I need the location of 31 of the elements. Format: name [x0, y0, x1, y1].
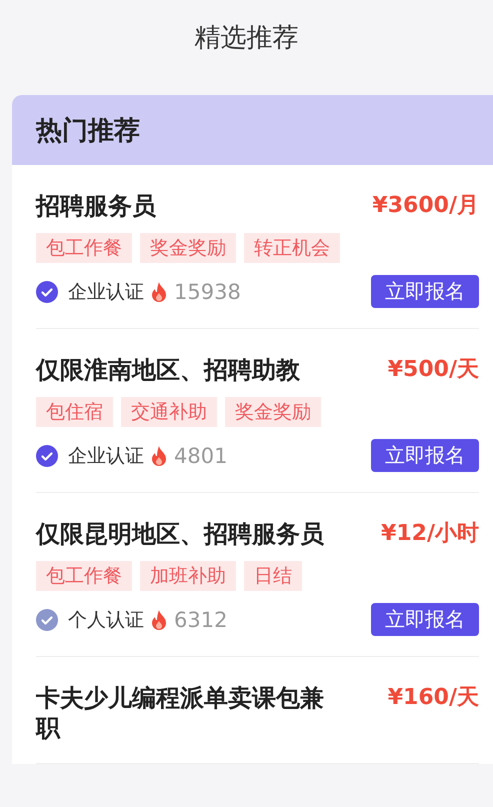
verify-label: 个人认证	[68, 608, 144, 632]
job-title[interactable]: 卡夫少儿编程派单卖课包兼职	[36, 683, 338, 743]
job-salary: ¥160/天	[388, 684, 479, 712]
job-tag: 包工作餐	[36, 561, 132, 591]
job-tag: 转正机会	[244, 233, 340, 263]
view-count: 4801	[174, 444, 228, 468]
page-title: 精选推荐	[194, 22, 298, 55]
job-title[interactable]: 仅限淮南地区、招聘助教	[36, 355, 338, 385]
job-tag: 加班补助	[140, 561, 236, 591]
job-tag: 奖金奖励	[225, 397, 321, 427]
section-title: 热门推荐	[36, 114, 140, 148]
flame-icon	[150, 444, 168, 466]
job-title[interactable]: 仅限昆明地区、招聘服务员	[36, 519, 332, 549]
apply-button[interactable]: 立即报名	[371, 439, 479, 472]
job-salary: ¥12/小时	[381, 520, 479, 548]
job-title[interactable]: 招聘服务员	[36, 191, 322, 221]
job-tag: 奖金奖励	[140, 233, 236, 263]
view-count: 15938	[174, 280, 241, 304]
job-tag: 包住宿	[36, 397, 113, 427]
flame-icon	[150, 280, 168, 302]
job-salary: ¥3600/月	[372, 192, 479, 220]
verify-label: 企业认证	[68, 444, 144, 468]
job-tag: 包工作餐	[36, 233, 132, 263]
verify-label: 企业认证	[68, 280, 144, 304]
job-salary: ¥500/天	[388, 356, 479, 384]
apply-button[interactable]: 立即报名	[371, 603, 479, 636]
view-count: 6312	[174, 608, 228, 632]
flame-icon	[150, 608, 168, 630]
job-tag: 日结	[244, 561, 302, 591]
job-tag: 交通补助	[121, 397, 217, 427]
apply-button[interactable]: 立即报名	[371, 275, 479, 308]
